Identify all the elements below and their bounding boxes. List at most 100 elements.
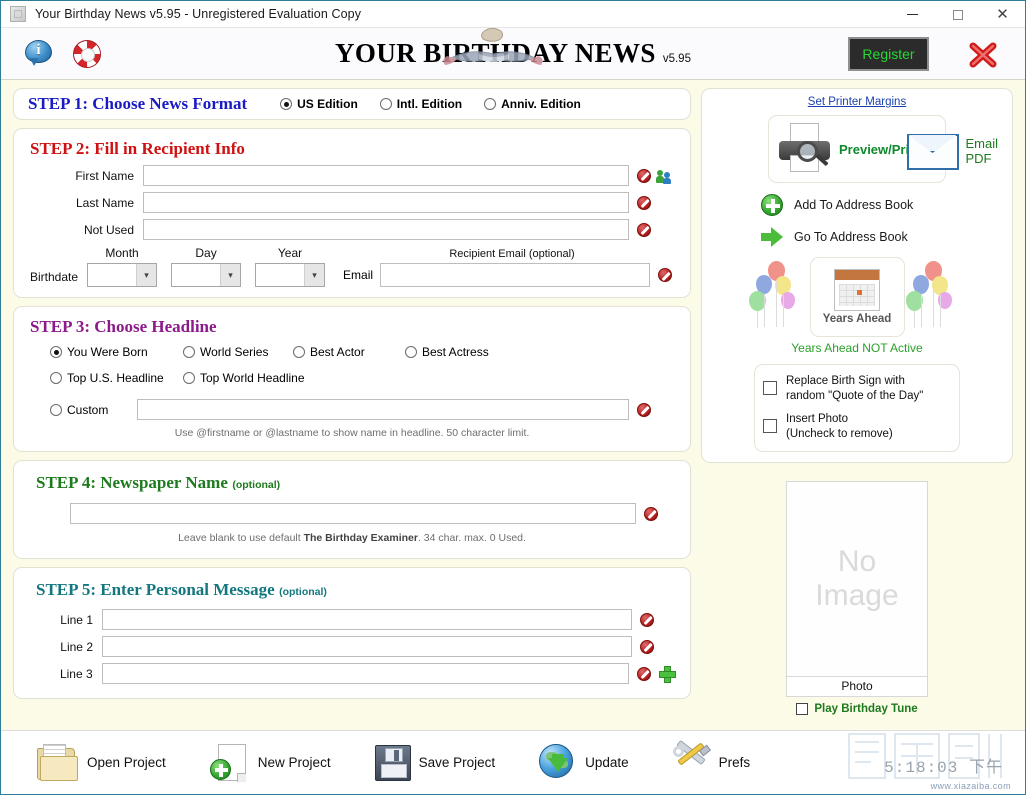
- close-app-icon[interactable]: [965, 40, 1001, 70]
- lifebuoy-icon[interactable]: [73, 39, 101, 68]
- replace-birth-sign-line2: random "Quote of the Day": [786, 389, 924, 402]
- checkbox-indicator: [796, 702, 809, 715]
- headline-radio-row-1: You Were Born World Series Best Actor Be…: [50, 345, 674, 359]
- radio-label: Best Actress: [422, 345, 489, 359]
- floppy-disk-icon: [374, 744, 411, 781]
- radio-label: Anniv. Edition: [501, 97, 581, 111]
- prefs-label: Prefs: [718, 755, 751, 770]
- radio-you-were-born[interactable]: You Were Born: [50, 345, 183, 359]
- custom-headline-input[interactable]: [137, 399, 629, 420]
- message-line2-input[interactable]: [102, 636, 632, 657]
- month-select[interactable]: ▾: [87, 263, 158, 287]
- not-used-label: Not Used: [83, 222, 134, 237]
- open-project-button[interactable]: Open Project: [37, 743, 166, 782]
- clear-last-name-icon[interactable]: [637, 195, 651, 210]
- add-message-line-icon[interactable]: [659, 666, 676, 683]
- month-col: Month ▾: [87, 246, 158, 287]
- years-ahead-button[interactable]: Years Ahead: [809, 257, 905, 337]
- step1-panel: STEP 1: Choose News Format US Edition In…: [13, 88, 691, 120]
- app-header: i YOUR BIRTHDAY NEWS v5.95 Register: [1, 28, 1025, 80]
- checkbox-replace-birth-sign[interactable]: Replace Birth Sign with random "Quote of…: [763, 374, 949, 403]
- first-name-row: First Name: [30, 165, 674, 186]
- info-icon[interactable]: i: [25, 40, 52, 67]
- headline-radio-row-2: Top U.S. Headline Top World Headline: [50, 371, 674, 385]
- year-select[interactable]: ▾: [255, 263, 326, 287]
- radio-best-actress[interactable]: Best Actress: [405, 345, 489, 359]
- step3-panel: STEP 3: Choose Headline You Were Born Wo…: [13, 306, 691, 452]
- printer-magnifier-icon: [777, 123, 835, 175]
- radio-us-edition[interactable]: US Edition: [280, 97, 358, 111]
- checkbox-insert-photo[interactable]: Insert Photo (Uncheck to remove): [763, 412, 949, 441]
- first-name-label: First Name: [75, 168, 134, 183]
- app-icon: [10, 6, 26, 22]
- address-book-people-icon[interactable]: [656, 169, 672, 184]
- step1-title: STEP 1: Choose News Format: [28, 94, 248, 113]
- clear-line2-icon[interactable]: [640, 639, 654, 654]
- line3-label: Line 3: [59, 666, 93, 681]
- save-project-label: Save Project: [418, 755, 496, 770]
- radio-best-actor[interactable]: Best Actor: [293, 345, 405, 359]
- checkbox-play-birthday-tune[interactable]: Play Birthday Tune: [796, 702, 918, 715]
- minimize-button[interactable]: [890, 1, 935, 28]
- last-name-label: Last Name: [75, 195, 134, 210]
- email-col: Recipient Email (optional) Email: [343, 248, 681, 287]
- no-image-placeholder: No Image: [815, 545, 898, 612]
- last-name-input[interactable]: [143, 192, 629, 213]
- years-ahead-area: Years Ahead: [712, 257, 1002, 337]
- prefs-button[interactable]: Prefs: [670, 739, 751, 781]
- radio-indicator: [50, 403, 62, 416]
- radio-indicator: [484, 98, 497, 110]
- step4-hint-post: . 34 char. max. 0 Used.: [417, 532, 526, 544]
- radio-intl-edition[interactable]: Intl. Edition: [379, 97, 462, 111]
- clear-line3-icon[interactable]: [637, 666, 651, 681]
- photo-preview[interactable]: No Image: [786, 480, 928, 677]
- step4-title: STEP 4: Newspaper Name: [36, 473, 228, 492]
- radio-top-us-headline[interactable]: Top U.S. Headline: [50, 371, 183, 385]
- custom-headline-row: Custom: [50, 399, 674, 420]
- go-to-address-book-button[interactable]: Go To Address Book: [761, 227, 953, 247]
- clear-line1-icon[interactable]: [640, 612, 654, 627]
- set-printer-margins-link[interactable]: Set Printer Margins: [808, 96, 906, 108]
- clear-newspaper-name-icon[interactable]: [644, 506, 658, 521]
- envelope-icon: [907, 134, 960, 170]
- logo-title: YOUR BIRTHDAY NEWS: [335, 38, 656, 68]
- clear-email-icon[interactable]: [658, 268, 673, 282]
- radio-top-world-headline[interactable]: Top World Headline: [183, 371, 305, 385]
- checkbox-indicator: [763, 419, 777, 434]
- register-button[interactable]: Register: [848, 37, 929, 71]
- newspaper-name-input[interactable]: [70, 503, 636, 524]
- day-select[interactable]: ▾: [171, 263, 242, 287]
- window-controls: ✕: [890, 1, 1025, 28]
- clock-display: 5:18:03 下午: [884, 759, 1003, 777]
- radio-indicator: [50, 346, 62, 358]
- maximize-button[interactable]: [935, 1, 980, 28]
- new-document-icon: [209, 743, 250, 783]
- clear-first-name-icon[interactable]: [637, 168, 651, 183]
- email-pdf-button[interactable]: Email PDF: [907, 134, 998, 170]
- balloons-right-icon: [905, 259, 967, 335]
- step5-title: STEP 5: Enter Personal Message: [36, 580, 275, 599]
- day-label: Day: [195, 246, 217, 260]
- message-line3-input[interactable]: [101, 663, 629, 684]
- not-used-input[interactable]: [143, 219, 629, 240]
- add-to-address-book-button[interactable]: Add To Address Book: [761, 194, 953, 216]
- message-line1-input[interactable]: [102, 609, 632, 630]
- clear-custom-headline-icon[interactable]: [637, 402, 651, 417]
- first-name-input[interactable]: [143, 165, 629, 186]
- close-window-button[interactable]: ✕: [980, 1, 1025, 28]
- new-project-label: New Project: [257, 755, 331, 770]
- go-address-book-label: Go To Address Book: [794, 230, 908, 244]
- update-button[interactable]: Update: [539, 743, 629, 782]
- radio-indicator: [379, 98, 392, 110]
- header-left-icons: i: [25, 39, 101, 68]
- radio-anniv-edition[interactable]: Anniv. Edition: [484, 97, 581, 111]
- radio-custom-headline[interactable]: Custom: [50, 403, 137, 417]
- save-project-button[interactable]: Save Project: [374, 744, 496, 781]
- birthdate-label: Birthdate: [30, 270, 79, 284]
- email-input[interactable]: [380, 263, 651, 287]
- no-image-line2: Image: [815, 578, 899, 612]
- clear-not-used-icon[interactable]: [637, 222, 651, 237]
- radio-world-series[interactable]: World Series: [183, 345, 293, 359]
- new-project-button[interactable]: New Project: [209, 743, 331, 783]
- step4-panel: STEP 4: Newspaper Name (optional) Leave …: [13, 460, 691, 559]
